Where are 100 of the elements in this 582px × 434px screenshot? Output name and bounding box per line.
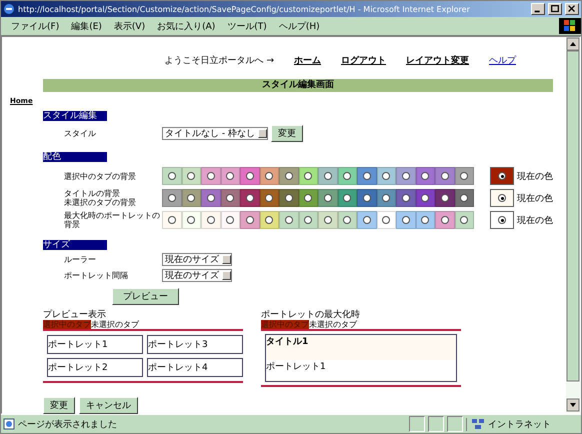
page-title: スタイル編集画面	[43, 79, 553, 92]
current-color-label: 現在の色	[517, 214, 553, 226]
menu-item[interactable]: ファイル(F)	[5, 20, 66, 32]
portlet-title: タイトル1	[266, 336, 310, 348]
color-radio[interactable]	[206, 194, 215, 202]
windows-logo-icon	[559, 18, 581, 34]
nav-link[interactable]: ヘルプ	[489, 54, 516, 66]
status-text: ページが表示されました	[18, 418, 118, 430]
color-radio[interactable]	[226, 172, 234, 180]
window-title: http://localhost/portal/Section/Customize/action/SavePageConfig/customizeportlet/H - Microsoft Internet Explorer	[18, 4, 471, 14]
color-radio[interactable]	[402, 216, 410, 224]
color-radio[interactable]	[168, 172, 176, 180]
menu-item[interactable]: 編集(E)	[65, 20, 108, 32]
close-icon[interactable]	[565, 3, 579, 15]
color-radio[interactable]	[343, 194, 352, 202]
color-radio[interactable]	[362, 172, 371, 180]
preview-tab[interactable]: 未選択のタブ	[309, 320, 357, 329]
field-label: タイトルの背景 未選択のタブの背景	[63, 189, 137, 207]
size-select[interactable]: 現在のサイズ	[162, 269, 232, 282]
color-radio[interactable]	[460, 172, 468, 180]
preview-tab[interactable]: 未選択のタブ	[91, 320, 139, 329]
current-color-label: 現在の色	[517, 192, 553, 204]
form-button[interactable]: 変更	[43, 397, 75, 414]
nav-link[interactable]: ログアウト	[341, 54, 386, 66]
color-radio[interactable]	[284, 172, 293, 180]
color-radio[interactable]	[343, 172, 352, 180]
color-radio[interactable]	[265, 172, 274, 180]
color-radio[interactable]	[324, 216, 332, 224]
color-radio[interactable]	[246, 194, 254, 202]
color-radio[interactable]	[498, 216, 506, 224]
color-radio[interactable]	[284, 194, 293, 202]
field-label: ポートレット間隔	[63, 271, 129, 280]
color-radio[interactable]	[460, 216, 468, 224]
intranet-icon	[471, 418, 485, 430]
color-radio[interactable]	[498, 172, 506, 180]
color-radio[interactable]	[246, 216, 254, 224]
minimize-icon[interactable]	[531, 3, 545, 15]
color-radio[interactable]	[187, 172, 196, 180]
field-label: ルーラー	[63, 255, 97, 264]
section-heading: スタイル編集	[43, 111, 107, 121]
color-radio[interactable]	[324, 172, 332, 180]
color-radio[interactable]	[421, 194, 430, 202]
color-radio[interactable]	[284, 216, 293, 224]
form-button[interactable]: キャンセル	[79, 397, 138, 414]
color-radio[interactable]	[265, 194, 274, 202]
color-radio[interactable]	[324, 194, 332, 202]
menu-item[interactable]: ツール(T)	[221, 20, 273, 32]
color-radio[interactable]	[402, 172, 410, 180]
field-label: スタイル	[63, 129, 97, 138]
color-radio[interactable]	[498, 194, 506, 202]
size-select[interactable]: 現在のサイズ	[162, 253, 232, 266]
nav-link[interactable]: ホーム	[294, 54, 321, 66]
color-radio[interactable]	[246, 172, 254, 180]
zone-text: イントラネット	[488, 418, 551, 430]
color-radio[interactable]	[440, 194, 449, 202]
color-radio[interactable]	[187, 194, 196, 202]
color-radio[interactable]	[206, 172, 215, 180]
color-radio[interactable]	[226, 216, 234, 224]
nav-link[interactable]: レイアウト変更	[406, 54, 469, 66]
portlet-body-text: ポートレット1	[266, 360, 456, 381]
color-radio[interactable]	[304, 194, 312, 202]
section-heading: 配色	[43, 152, 107, 162]
color-radio[interactable]	[402, 194, 410, 202]
field-label: 最大化時のポートレットの 背景	[63, 211, 161, 229]
preview-button[interactable]: プレビュー	[112, 288, 179, 305]
color-radio[interactable]	[421, 172, 430, 180]
color-radio[interactable]	[382, 216, 390, 224]
field-label: 選択中のタブの背景	[63, 172, 137, 180]
color-radio[interactable]	[440, 216, 449, 224]
portlet-preview: ポートレット2	[47, 358, 143, 377]
preview-title: ポートレットの最大化時	[261, 310, 361, 320]
color-radio[interactable]	[304, 216, 312, 224]
section-heading: サイズ	[43, 240, 107, 250]
color-radio[interactable]	[168, 194, 176, 202]
color-radio[interactable]	[362, 194, 371, 202]
color-radio[interactable]	[187, 216, 196, 224]
menu-item[interactable]: ヘルプ(H)	[272, 20, 326, 32]
color-radio[interactable]	[304, 172, 312, 180]
current-color-label: 現在の色	[517, 170, 553, 182]
color-radio[interactable]	[343, 216, 352, 224]
color-radio[interactable]	[460, 194, 468, 202]
menu-item[interactable]: お気に入り(A)	[151, 20, 222, 32]
style-select[interactable]: タイトルなし - 枠なし	[162, 127, 268, 140]
change-button[interactable]: 変更	[270, 125, 303, 142]
scrollbar[interactable]	[566, 37, 580, 413]
color-radio[interactable]	[206, 216, 215, 224]
menu-item[interactable]: 表示(V)	[108, 20, 152, 32]
maximize-icon[interactable]	[548, 3, 562, 15]
color-radio[interactable]	[226, 194, 234, 202]
color-radio[interactable]	[382, 172, 390, 180]
color-radio[interactable]	[168, 216, 176, 224]
color-radio[interactable]	[362, 216, 371, 224]
color-radio[interactable]	[440, 172, 449, 180]
ie-icon	[3, 3, 15, 15]
preview-title: プレビュー表示	[43, 310, 107, 320]
color-radio[interactable]	[421, 216, 430, 224]
portlet-preview: ポートレット1	[47, 335, 143, 354]
portlet-preview: ポートレット4	[147, 358, 243, 377]
color-radio[interactable]	[382, 194, 390, 202]
color-radio[interactable]	[265, 216, 274, 224]
